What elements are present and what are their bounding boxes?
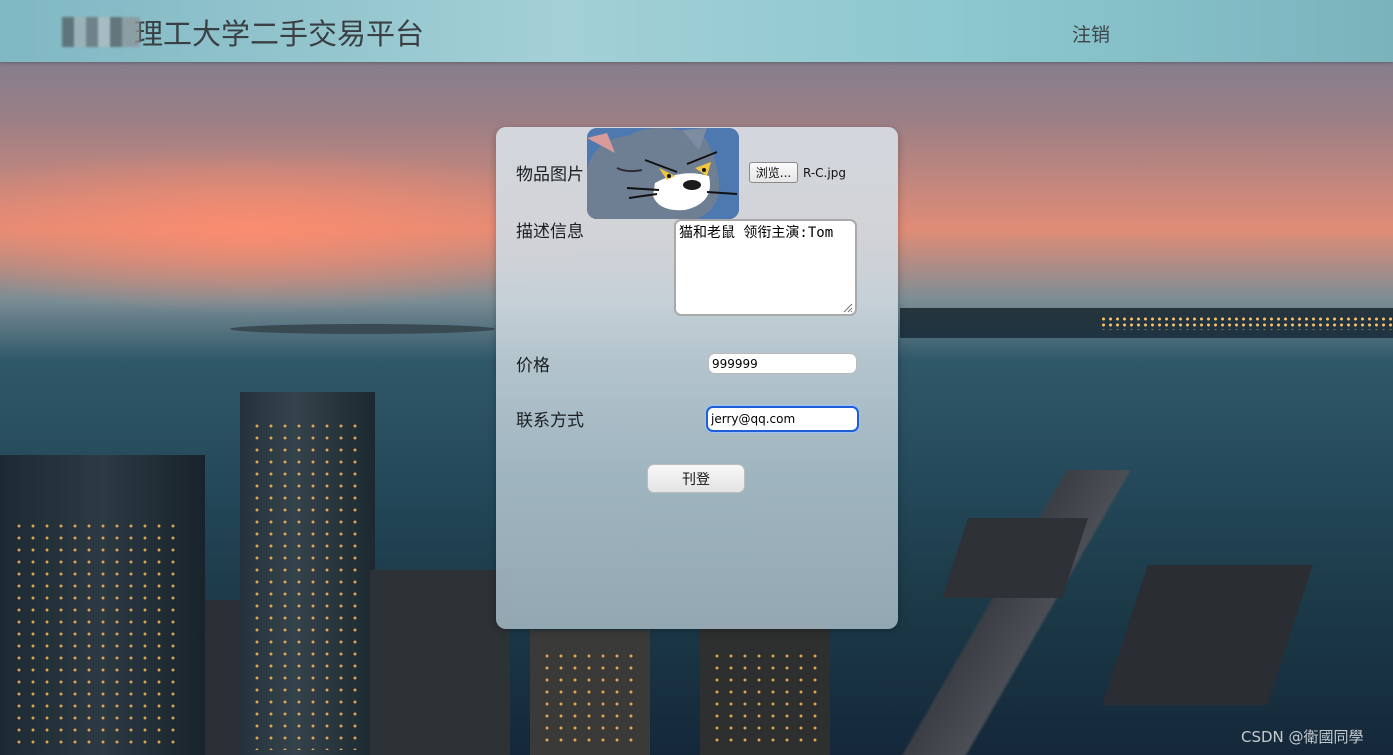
price-label: 价格 [516, 356, 550, 376]
building-right-lights [710, 650, 820, 750]
browse-file-button[interactable]: 浏览... [749, 162, 798, 183]
description-textarea[interactable]: 猫和老鼠 领衔主演:Tom [674, 219, 857, 316]
contact-label: 联系方式 [516, 411, 584, 431]
cat-image [587, 128, 739, 219]
distant-island [230, 324, 495, 334]
resize-grip-icon[interactable] [841, 301, 853, 313]
description-label: 描述信息 [516, 222, 584, 242]
shore-lights [1100, 316, 1393, 330]
site-brand[interactable]: 理工大学二手交易平台 [62, 14, 425, 51]
building-mid [370, 570, 510, 755]
tower-left-lights [12, 520, 182, 750]
bridge [895, 470, 1155, 755]
price-input[interactable] [708, 353, 857, 374]
tower-center-lights [250, 420, 365, 750]
building-small [205, 600, 245, 755]
csdn-watermark: CSDN @衛國同學 [1241, 728, 1364, 746]
photo-label: 物品图片 [516, 165, 584, 185]
top-navbar: 理工大学二手交易平台 注销 [0, 0, 1393, 62]
site-title: 理工大学二手交易平台 [134, 17, 425, 51]
brand-mosaic-redaction [62, 17, 140, 47]
selected-file-name: R-C.jpg [803, 166, 846, 180]
logout-link[interactable]: 注销 [1072, 20, 1110, 47]
publish-form-card: 物品图片 浏览... R-C.jpg 描述信息 猫和老鼠 领衔主演:Tom 价格… [496, 127, 898, 629]
building-low-lights [540, 650, 640, 750]
publish-button[interactable]: 刊登 [647, 464, 745, 493]
item-photo-preview [587, 128, 739, 219]
contact-input[interactable] [706, 406, 859, 432]
